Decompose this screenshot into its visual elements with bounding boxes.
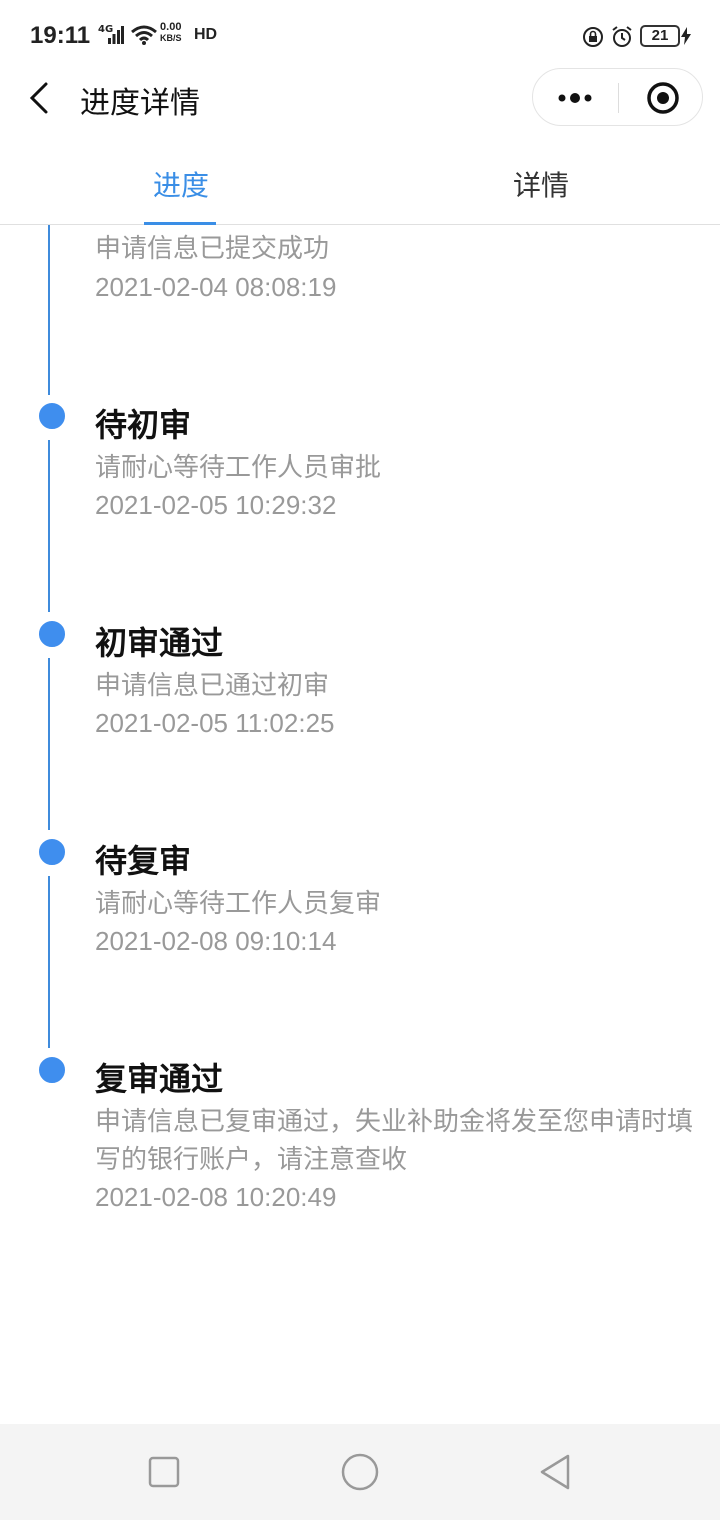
step-description: 申请信息已复审通过，失业补助金将发至您申请时填写的银行账户，请注意查收 [95,1107,694,1175]
step-description: 申请信息已提交成功 [95,234,330,264]
step-description: 请耐心等待工作人员审批 [95,453,382,483]
timeline-dot [37,837,67,867]
step-time: 2021-02-05 10:29:32 [95,490,337,520]
timeline-connector [48,876,50,1048]
tab-detail[interactable]: 详情 [513,164,569,204]
step-time: 2021-02-05 11:02:25 [95,708,335,738]
timeline-connector [48,440,50,612]
step-title: 待复审 [95,842,192,880]
tab-progress[interactable]: 进度 [153,164,209,204]
step-title: 待初审 [95,406,192,444]
step-title: 初审通过 [95,624,224,662]
tab-bar: 进度 详情 [0,130,720,225]
timeline-connector [48,658,50,830]
step-description: 请耐心等待工作人员复审 [95,889,382,919]
step-time: 2021-02-04 08:08:19 [95,272,337,302]
step-time: 2021-02-08 10:20:49 [95,1182,337,1212]
timeline-dot [37,1055,67,1085]
timeline-connector [48,225,50,395]
active-tab-indicator [144,222,216,225]
triangle-back-icon[interactable] [536,1452,576,1492]
step-description: 申请信息已通过初审 [95,671,330,701]
step-title: 复审通过 [95,1060,224,1098]
timeline-dot [37,401,67,431]
square-icon[interactable] [144,1452,184,1492]
system-nav-bar [0,1424,720,1520]
timeline-dot [37,619,67,649]
circle-icon[interactable] [340,1452,380,1492]
step-time: 2021-02-08 09:10:14 [95,926,337,956]
